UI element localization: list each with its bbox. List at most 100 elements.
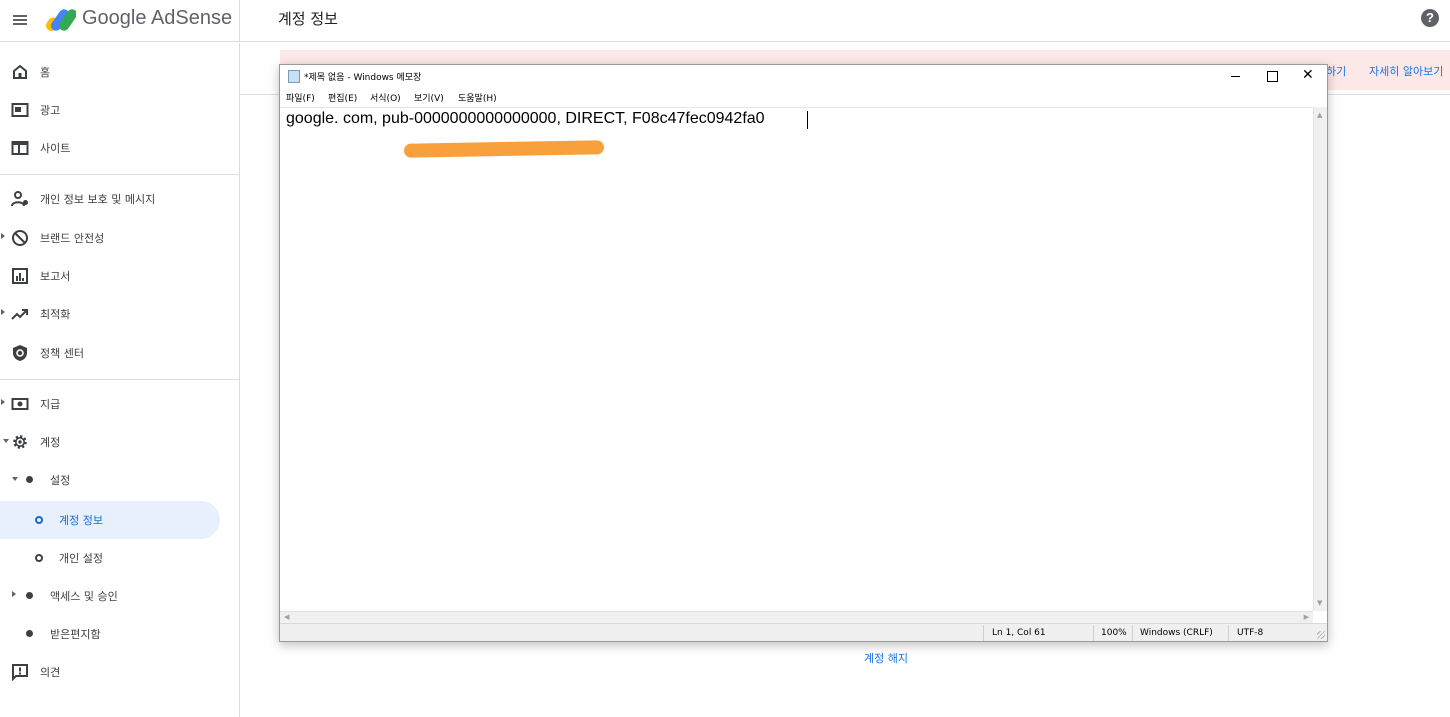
- status-separator: [1228, 625, 1229, 641]
- payments-icon: [11, 398, 29, 410]
- sidebar-item-label: 개인 정보 보호 및 메시지: [40, 193, 156, 206]
- sidebar-item-account[interactable]: 계정: [0, 423, 240, 461]
- sidebar-item-label: 설정: [50, 474, 71, 487]
- radio-ring-icon: [35, 516, 43, 524]
- sidebar-item-label: 홈: [40, 66, 51, 79]
- redaction-mark: [403, 140, 605, 158]
- menu-help[interactable]: 도움말(H): [458, 91, 497, 104]
- radio-ring-icon: [35, 554, 43, 562]
- sidebar-divider: [0, 379, 239, 380]
- expand-arrow-icon[interactable]: [1, 309, 5, 315]
- sidebar-item-label: 사이트: [40, 142, 71, 155]
- scroll-right-icon[interactable]: ▶: [1304, 613, 1309, 621]
- notepad-content[interactable]: google. com, pub-0000000000000000, DIREC…: [286, 110, 765, 128]
- home-icon: [13, 64, 27, 79]
- sidebar-item-label: 정책 센터: [40, 347, 84, 360]
- sidebar-item-feedback[interactable]: 의견: [0, 653, 240, 691]
- resize-grip-icon[interactable]: [1317, 631, 1325, 639]
- sidebar-item-label: 보고서: [40, 270, 71, 283]
- scroll-left-icon[interactable]: ◀: [284, 613, 289, 621]
- notepad-text-area[interactable]: google. com, pub-0000000000000000, DIREC…: [280, 107, 1313, 611]
- trending-icon: [11, 309, 28, 320]
- status-encoding: UTF-8: [1237, 628, 1264, 638]
- scroll-down-icon[interactable]: ▼: [1317, 599, 1322, 607]
- sidebar-item-access-authorization[interactable]: 액세스 및 승인: [0, 577, 240, 615]
- sidebar-item-label: 의견: [40, 666, 61, 679]
- sidebar-item-account-info[interactable]: 계정 정보: [0, 501, 220, 539]
- status-cursor-position: Ln 1, Col 61: [992, 628, 1046, 638]
- brand-name[interactable]: Google AdSense: [82, 7, 232, 30]
- sidebar-item-policy-center[interactable]: 정책 센터: [0, 334, 240, 372]
- status-line-ending: Windows (CRLF): [1140, 628, 1213, 638]
- close-account-link[interactable]: 계정 해지: [864, 650, 908, 666]
- top-app-bar: Google AdSense 계정 정보 ?: [0, 0, 1450, 42]
- sidebar-item-optimization[interactable]: 최적화: [0, 295, 240, 333]
- header-divider: [239, 0, 240, 42]
- sidebar-item-label: 액세스 및 승인: [50, 590, 118, 603]
- privacy-icon: [11, 191, 28, 207]
- vertical-scrollbar[interactable]: ▲ ▼: [1313, 107, 1327, 611]
- scroll-up-icon[interactable]: ▲: [1317, 111, 1322, 119]
- sidebar-item-inbox[interactable]: 받은편지함: [0, 615, 240, 653]
- banner-action-link[interactable]: 하기: [1326, 63, 1346, 79]
- notepad-app-icon: [288, 70, 300, 83]
- sidebar-item-reports[interactable]: 보고서: [0, 257, 240, 295]
- sidebar-item-label: 광고: [40, 104, 61, 117]
- menu-format[interactable]: 서식(O): [370, 91, 401, 104]
- sidebar-item-privacy[interactable]: 개인 정보 보호 및 메시지: [0, 180, 240, 218]
- sidebar-item-label: 지급: [40, 398, 61, 411]
- feedback-icon: [12, 664, 28, 681]
- sidebar-item-label: 계정: [40, 436, 61, 449]
- sidebar-item-label: 개인 설정: [59, 552, 103, 565]
- menu-view[interactable]: 보기(V): [414, 91, 444, 104]
- sidebar-item-settings[interactable]: 설정: [0, 461, 240, 499]
- bullet-icon: [26, 476, 33, 483]
- expand-arrow-icon[interactable]: [1, 233, 5, 239]
- notepad-window[interactable]: *제목 없음 - Windows 메모장 ✕ 파일(F) 편집(E) 서식(O)…: [279, 64, 1328, 642]
- hamburger-menu-icon[interactable]: [10, 10, 30, 30]
- menu-edit[interactable]: 편집(E): [328, 91, 357, 104]
- sites-icon: [11, 141, 29, 155]
- status-zoom: 100%: [1101, 628, 1127, 638]
- close-icon: ✕: [1302, 67, 1314, 83]
- text-caret: [807, 111, 808, 129]
- sidebar-item-label: 브랜드 안전성: [40, 232, 105, 245]
- sidebar: 홈 광고 사이트 개인 정보 보호 및 메시지 브랜드 안전성 보고서 최적화 …: [0, 43, 240, 717]
- help-icon[interactable]: ?: [1421, 9, 1439, 27]
- notepad-title-bar[interactable]: *제목 없음 - Windows 메모장 ✕: [280, 65, 1327, 87]
- status-separator: [1093, 625, 1094, 641]
- maximize-button[interactable]: [1254, 65, 1290, 87]
- minimize-button[interactable]: [1218, 65, 1254, 87]
- sidebar-item-label: 받은편지함: [50, 628, 101, 641]
- block-icon: [12, 230, 28, 246]
- expand-arrow-icon[interactable]: [1, 399, 5, 405]
- notepad-title: *제목 없음 - Windows 메모장: [304, 73, 422, 83]
- sidebar-item-payments[interactable]: 지급: [0, 385, 240, 423]
- learn-more-link[interactable]: 자세히 알아보기: [1369, 63, 1443, 79]
- status-separator: [983, 625, 984, 641]
- sidebar-item-ads[interactable]: 광고: [0, 91, 240, 129]
- ads-icon: [11, 103, 29, 117]
- page-title: 계정 정보: [278, 10, 338, 28]
- sidebar-item-home[interactable]: 홈: [0, 53, 240, 91]
- horizontal-scrollbar[interactable]: ◀ ▶: [280, 611, 1313, 623]
- sidebar-item-personal-settings[interactable]: 개인 설정: [0, 539, 240, 577]
- status-separator: [1132, 625, 1133, 641]
- sidebar-item-sites[interactable]: 사이트: [0, 129, 240, 167]
- collapse-arrow-icon[interactable]: [3, 439, 9, 443]
- notepad-status-bar: Ln 1, Col 61 100% Windows (CRLF) UTF-8: [280, 623, 1327, 641]
- adsense-logo-icon[interactable]: [46, 5, 76, 33]
- close-button[interactable]: ✕: [1290, 65, 1326, 87]
- bullet-icon: [26, 592, 33, 599]
- notepad-menu-bar: 파일(F) 편집(E) 서식(O) 보기(V) 도움말(H): [280, 87, 1327, 107]
- sidebar-item-label: 계정 정보: [59, 514, 103, 527]
- sidebar-item-brand-safety[interactable]: 브랜드 안전성: [0, 219, 240, 257]
- bullet-icon: [26, 630, 33, 637]
- expand-arrow-icon[interactable]: [12, 591, 16, 597]
- collapse-arrow-icon[interactable]: [12, 477, 18, 481]
- gear-icon: [13, 435, 27, 449]
- sidebar-divider: [0, 174, 239, 175]
- reports-icon: [12, 268, 28, 284]
- menu-file[interactable]: 파일(F): [286, 91, 315, 104]
- shield-icon: [13, 345, 27, 361]
